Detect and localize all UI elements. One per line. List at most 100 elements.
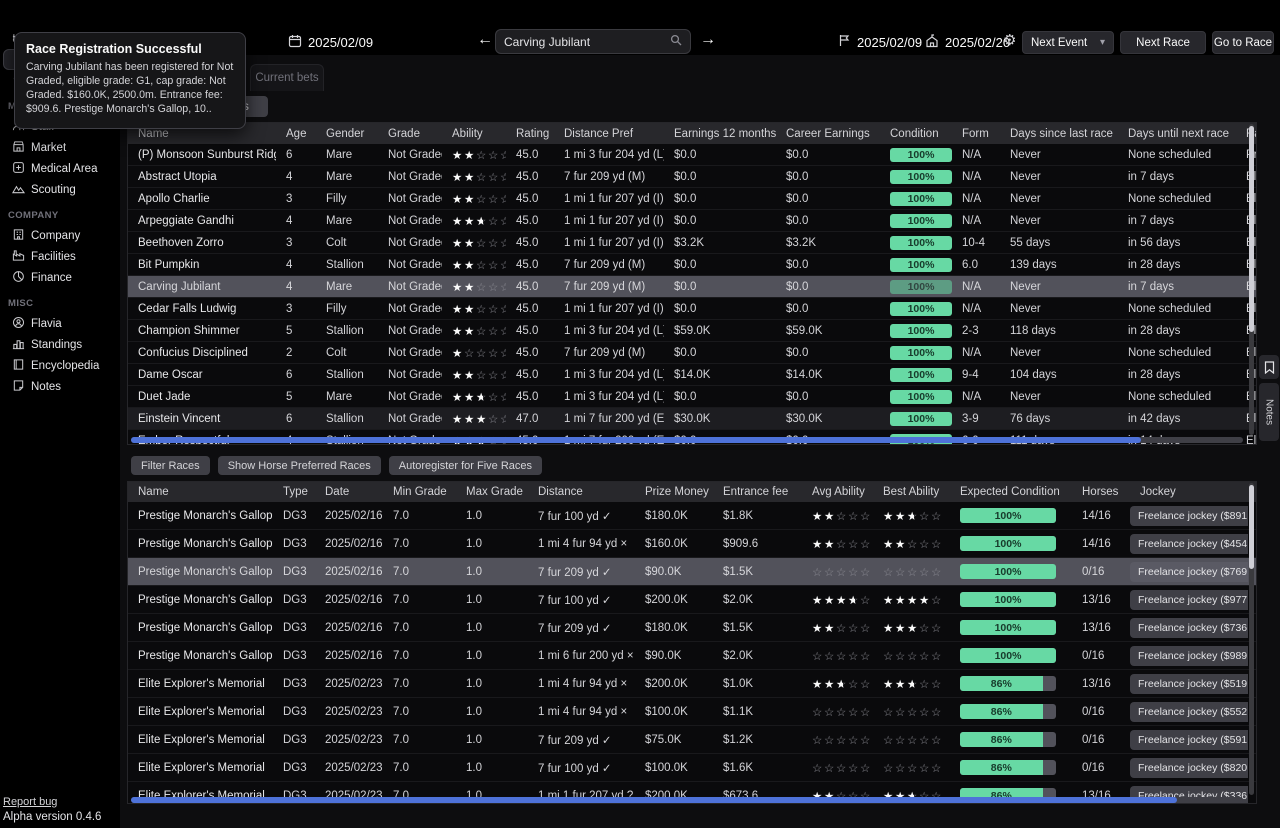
search-prev-arrow[interactable]: ← xyxy=(477,31,493,49)
show-preferred-races-button[interactable]: Show Horse Preferred Races xyxy=(218,456,381,475)
horse-cell-condition: 100% xyxy=(880,280,952,294)
autoregister-button[interactable]: Autoregister for Five Races xyxy=(389,456,542,475)
go-to-race-button[interactable]: Go to Race xyxy=(1212,31,1274,54)
race-cell-jockey: Freelance jockey ($591 xyxy=(1130,730,1248,750)
horses-column-header[interactable]: Days until next race xyxy=(1118,128,1236,140)
horse-row[interactable]: Confucius Disciplined2ColtNot Graded★☆☆☆… xyxy=(128,342,1256,364)
races-column-header[interactable]: Expected Condition xyxy=(950,486,1072,498)
race-row[interactable]: Elite Explorer's MemorialDG32025/02/237.… xyxy=(128,754,1256,782)
jockey-button[interactable]: Freelance jockey ($891 xyxy=(1130,506,1248,526)
race-row[interactable]: Prestige Monarch's GallopDG32025/02/167.… xyxy=(128,614,1256,642)
sidebar-item-scouting[interactable]: Scouting xyxy=(3,179,117,200)
horse-row[interactable]: Beethoven Zorro3ColtNot Graded★★☆☆☆45.01… xyxy=(128,232,1256,254)
horse-row[interactable]: Abstract Utopia4MareNot Graded★★☆☆☆45.07… xyxy=(128,166,1256,188)
horses-vscrollbar-track[interactable] xyxy=(1249,124,1254,435)
horse-cell-distance_pref: 1 mi 3 fur 204 yd (L) xyxy=(554,369,664,381)
horses-column-header[interactable]: Earnings 12 months xyxy=(664,128,776,140)
sidebar-item-standings[interactable]: Standings xyxy=(3,334,117,355)
races-column-header[interactable]: Entrance fee xyxy=(713,486,802,498)
horse-row[interactable]: Duet Jade5MareNot Graded★★☆★☆☆45.01 mi 3… xyxy=(128,386,1256,408)
horses-column-header[interactable]: Name xyxy=(128,128,276,140)
race-row[interactable]: Prestige Monarch's GallopDG32025/02/167.… xyxy=(128,530,1256,558)
horses-hscrollbar-thumb[interactable] xyxy=(131,437,1141,443)
next-event-dropdown[interactable]: Next Event ▾ xyxy=(1022,31,1114,54)
races-column-header[interactable]: Avg Ability xyxy=(802,486,873,498)
sidebar-item-notes[interactable]: Notes xyxy=(3,376,117,397)
tab-current-bets[interactable]: Current bets xyxy=(250,64,324,91)
horse-row[interactable]: Apollo Charlie3FillyNot Graded★★☆☆☆45.01… xyxy=(128,188,1256,210)
jockey-button[interactable]: Freelance jockey ($454 xyxy=(1130,534,1248,554)
horse-row[interactable]: Bit Pumpkin4StallionNot Graded★★☆☆☆45.07… xyxy=(128,254,1256,276)
horses-column-header[interactable]: Form xyxy=(952,128,1000,140)
race-row[interactable]: Prestige Monarch's GallopDG32025/02/167.… xyxy=(128,642,1256,670)
horses-column-header[interactable]: Ability xyxy=(442,128,506,140)
horse-row[interactable]: Carving Jubilant4MareNot Graded★★☆☆☆45.0… xyxy=(128,276,1256,298)
horse-cell-rating: 45.0 xyxy=(506,193,554,205)
ability-stars: ★★★☆☆ xyxy=(452,414,506,426)
jockey-button[interactable]: Freelance jockey ($820 xyxy=(1130,758,1248,778)
horses-hscrollbar-track[interactable] xyxy=(131,437,1243,443)
sidebar-item-medical-area[interactable]: Medical Area xyxy=(3,158,117,179)
races-vscrollbar-track[interactable] xyxy=(1249,483,1254,795)
race-cell-date: 2025/02/16 xyxy=(315,650,383,662)
race-row[interactable]: Prestige Monarch's GallopDG32025/02/167.… xyxy=(128,502,1256,530)
gear-icon[interactable]: ⚙ xyxy=(1003,31,1016,49)
races-column-header[interactable]: Prize Money xyxy=(635,486,713,498)
jockey-button[interactable]: Freelance jockey ($769 xyxy=(1130,562,1248,582)
race-row[interactable]: Elite Explorer's MemorialDG32025/02/237.… xyxy=(128,726,1256,754)
jockey-button[interactable]: Freelance jockey ($519 xyxy=(1130,674,1248,694)
sidebar-item-finance[interactable]: Finance xyxy=(3,267,117,288)
horses-column-header[interactable]: Rating xyxy=(506,128,554,140)
races-column-header[interactable]: Distance xyxy=(528,486,635,498)
horse-row[interactable]: Cedar Falls Ludwig3FillyNot Graded★★☆☆☆4… xyxy=(128,298,1256,320)
horses-vscrollbar-thumb[interactable] xyxy=(1249,126,1254,332)
horse-row[interactable]: Dame Oscar6StallionNot Graded★★☆☆☆45.01 … xyxy=(128,364,1256,386)
race-row[interactable]: Elite Explorer's MemorialDG32025/02/237.… xyxy=(128,698,1256,726)
races-column-header[interactable]: Type xyxy=(273,486,315,498)
jockey-button[interactable]: Freelance jockey ($552 xyxy=(1130,702,1248,722)
horses-column-header[interactable]: Condition xyxy=(880,128,952,140)
jockey-button[interactable]: Freelance jockey ($977 xyxy=(1130,590,1248,610)
race-row[interactable]: Prestige Monarch's GallopDG32025/02/167.… xyxy=(128,586,1256,614)
races-column-header[interactable]: Horses xyxy=(1072,486,1130,498)
filter-races-button[interactable]: Filter Races xyxy=(131,456,210,475)
race-cell-best_ability: ★★☆★☆☆ xyxy=(873,509,950,523)
races-hscrollbar-thumb[interactable] xyxy=(131,797,1177,803)
horses-column-header[interactable]: Gender xyxy=(316,128,378,140)
horses-column-header[interactable]: Days since last race xyxy=(1000,128,1118,140)
race-row[interactable]: Elite Explorer's MemorialDG32025/02/237.… xyxy=(128,670,1256,698)
bookmark-icon[interactable] xyxy=(1259,355,1279,379)
jockey-button[interactable]: Freelance jockey ($736 xyxy=(1130,618,1248,638)
report-bug-link[interactable]: Report bug xyxy=(3,796,57,808)
next-race-button[interactable]: Next Race xyxy=(1120,31,1206,54)
horse-search-input[interactable]: Carving Jubilant xyxy=(495,29,691,54)
sidebar-item-facilities[interactable]: Facilities xyxy=(3,246,117,267)
horse-row[interactable]: (P) Monsoon Sunburst Ridge6MareNot Grade… xyxy=(128,144,1256,166)
races-column-header[interactable]: Jockey xyxy=(1130,486,1248,498)
horses-column-header[interactable]: Age xyxy=(276,128,316,140)
search-next-arrow[interactable]: → xyxy=(700,31,716,49)
toast-notification[interactable]: Race Registration Successful Carving Jub… xyxy=(14,32,246,129)
horses-column-header[interactable]: Distance Pref xyxy=(554,128,664,140)
sidebar-item-market[interactable]: Market xyxy=(3,137,117,158)
races-column-header[interactable]: Best Ability xyxy=(873,486,950,498)
races-column-header[interactable]: Name xyxy=(128,486,273,498)
sidebar-item-encyclopedia[interactable]: Encyclopedia xyxy=(3,355,117,376)
horse-row[interactable]: Champion Shimmer5StallionNot Graded★★☆☆☆… xyxy=(128,320,1256,342)
jockey-button[interactable]: Freelance jockey ($591 xyxy=(1130,730,1248,750)
races-vscrollbar-thumb[interactable] xyxy=(1249,485,1254,569)
race-row[interactable]: Prestige Monarch's GallopDG32025/02/167.… xyxy=(128,558,1256,586)
races-hscrollbar-track[interactable] xyxy=(131,797,1243,803)
horses-column-header[interactable]: Career Earnings xyxy=(776,128,880,140)
horse-cell-career_earnings: $0.0 xyxy=(776,281,880,293)
races-column-header[interactable]: Min Grade xyxy=(383,486,456,498)
sidebar-item-flavia[interactable]: Flavia xyxy=(3,313,117,334)
races-column-header[interactable]: Max Grade xyxy=(456,486,528,498)
horses-column-header[interactable]: Grade xyxy=(378,128,442,140)
horse-row[interactable]: Einstein Vincent6StallionNot Graded★★★☆☆… xyxy=(128,408,1256,430)
jockey-button[interactable]: Freelance jockey ($989 xyxy=(1130,646,1248,666)
notes-side-tab[interactable]: Notes xyxy=(1259,383,1279,441)
sidebar-item-company[interactable]: Company xyxy=(3,225,117,246)
horse-row[interactable]: Arpeggiate Gandhi4MareNot Graded★★☆★☆☆45… xyxy=(128,210,1256,232)
races-column-header[interactable]: Date xyxy=(315,486,383,498)
